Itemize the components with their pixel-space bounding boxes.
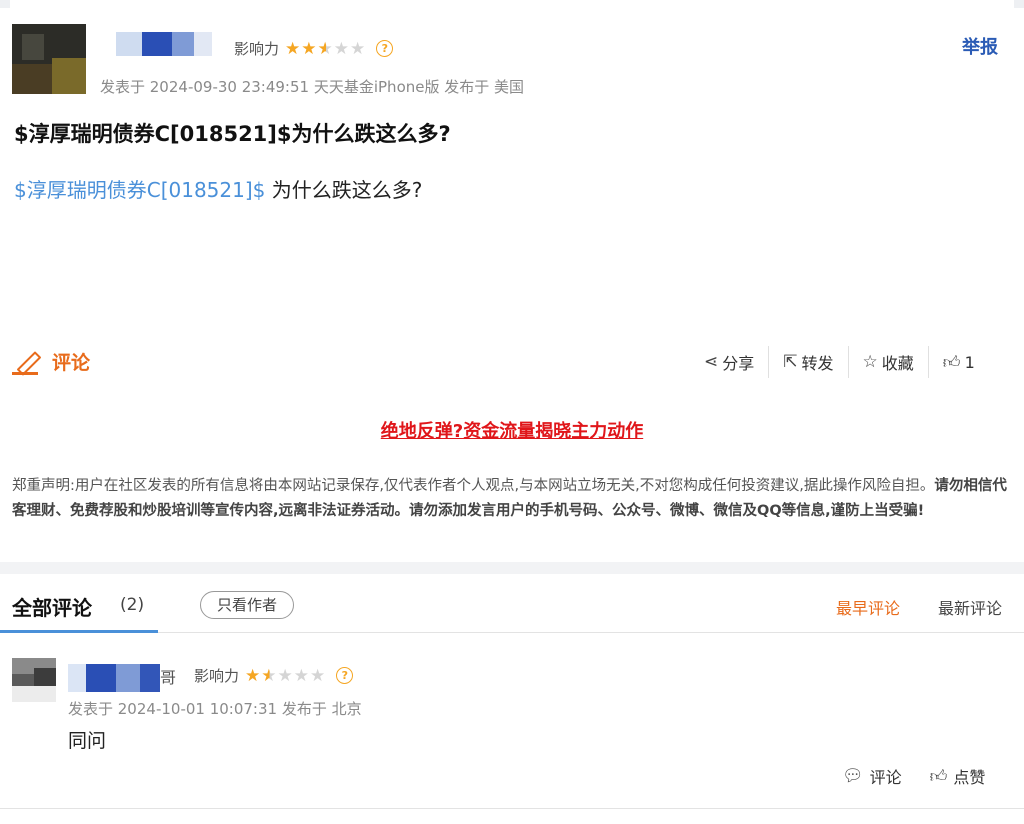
star-empty-icon: ★ xyxy=(293,665,311,686)
disclaimer-text: 郑重声明:用户在社区发表的所有信息将由本网站记录保存,仅代表作者个人观点,与本网… xyxy=(12,478,935,494)
help-icon[interactable]: ? xyxy=(336,667,354,684)
report-button[interactable]: 举报 xyxy=(962,33,998,59)
promo-link[interactable]: 绝地反弹?资金流量揭晓主力动作 xyxy=(381,421,643,442)
star-half-icon: ★ xyxy=(261,665,278,686)
like-count: 1 xyxy=(964,352,975,372)
influence-stars: ★ ★ ★ ★ ★ xyxy=(245,666,326,686)
top-band-inner xyxy=(10,0,1014,8)
forward-label: 转发 xyxy=(801,354,834,373)
comment-like-label: 点赞 xyxy=(953,768,986,787)
star-empty-icon: ★ xyxy=(310,665,327,686)
commenter-influence: 影响力 ★ ★ ★ ★ ★ ? xyxy=(194,665,354,686)
star-outline-icon: ☆ xyxy=(862,352,878,372)
comment-like-button[interactable]: 👍︎ 点赞 xyxy=(930,764,986,788)
reply-label: 评论 xyxy=(869,768,902,787)
star-empty-icon: ★ xyxy=(277,665,294,686)
post-actions: ⋖ 分享 ⇱ 转发 ☆ 收藏 👍︎ 1 xyxy=(690,346,989,378)
tab-all-comments[interactable]: 全部评论 xyxy=(12,592,92,621)
star-half-icon: ★ xyxy=(317,38,334,59)
share-label: 分享 xyxy=(722,354,755,373)
pencil-icon xyxy=(12,349,42,376)
write-comment-button[interactable]: 评论 xyxy=(12,348,91,376)
influence-label: 影响力 xyxy=(194,667,240,685)
forward-button[interactable]: ⇱ 转发 xyxy=(769,346,847,378)
commenter-avatar[interactable] xyxy=(12,658,56,702)
write-comment-label: 评论 xyxy=(52,352,91,374)
promo-banner: 绝地反弹?资金流量揭晓主力动作 xyxy=(0,417,1024,443)
post-body-text: 为什么跌这么多? xyxy=(265,178,423,202)
comment-meta: 发表于 2024-10-01 10:07:31 发布于 北京 xyxy=(68,700,362,718)
disclaimer: 郑重声明:用户在社区发表的所有信息将由本网站记录保存,仅代表作者个人观点,与本网… xyxy=(12,474,1012,524)
author-influence: 影响力 ★ ★ ★ ★ ★ ? xyxy=(234,38,394,59)
divider xyxy=(0,808,1024,809)
author-avatar[interactable] xyxy=(12,24,86,94)
help-icon[interactable]: ? xyxy=(376,40,394,57)
section-gap xyxy=(0,562,1024,574)
star-empty-icon: ★ xyxy=(333,38,351,59)
comment-text: 同问 xyxy=(68,730,107,752)
share-button[interactable]: ⋖ 分享 xyxy=(690,346,768,378)
thumbs-up-icon: 👍︎ xyxy=(942,352,961,373)
star-icon: ★ xyxy=(285,38,302,59)
fund-link[interactable]: $淳厚瑞明债券C[018521]$ xyxy=(14,178,265,202)
reply-button[interactable]: 💬︎ 评论 xyxy=(842,764,902,788)
sort-earliest-button[interactable]: 最早评论 xyxy=(836,595,900,619)
comment-actions: 💬︎ 评论 👍︎ 点赞 xyxy=(842,764,1013,788)
only-author-button[interactable]: 只看作者 xyxy=(200,591,295,619)
sort-newest-button[interactable]: 最新评论 xyxy=(938,595,1002,619)
comment-count: (2) xyxy=(120,595,145,615)
like-button[interactable]: 👍︎ 1 xyxy=(929,346,989,378)
favorite-label: 收藏 xyxy=(881,354,914,373)
star-icon: ★ xyxy=(245,665,262,686)
post-title: $淳厚瑞明债券C[018521]$为什么跌这么多? xyxy=(14,122,451,146)
share-icon: ⋖ xyxy=(704,352,719,372)
influence-label: 影响力 xyxy=(234,40,280,58)
commenter-name-fragment: 哥 xyxy=(160,668,177,687)
star-empty-icon: ★ xyxy=(350,38,367,59)
influence-stars: ★ ★ ★ ★ ★ xyxy=(285,39,366,59)
active-tab-indicator xyxy=(0,630,158,633)
speech-bubble-icon: 💬︎ xyxy=(842,766,864,786)
commenter-name[interactable]: 哥 xyxy=(68,664,176,692)
post-meta: 发表于 2024-09-30 23:49:51 天天基金iPhone版 发布于 … xyxy=(100,78,525,96)
forward-icon: ⇱ xyxy=(783,352,798,372)
post-body: $淳厚瑞明债券C[018521]$ 为什么跌这么多? xyxy=(14,174,422,203)
thumbs-up-icon: 👍︎ xyxy=(929,766,948,787)
star-icon: ★ xyxy=(301,38,318,59)
author-name-redacted[interactable] xyxy=(116,32,214,56)
favorite-button[interactable]: ☆ 收藏 xyxy=(849,346,928,378)
